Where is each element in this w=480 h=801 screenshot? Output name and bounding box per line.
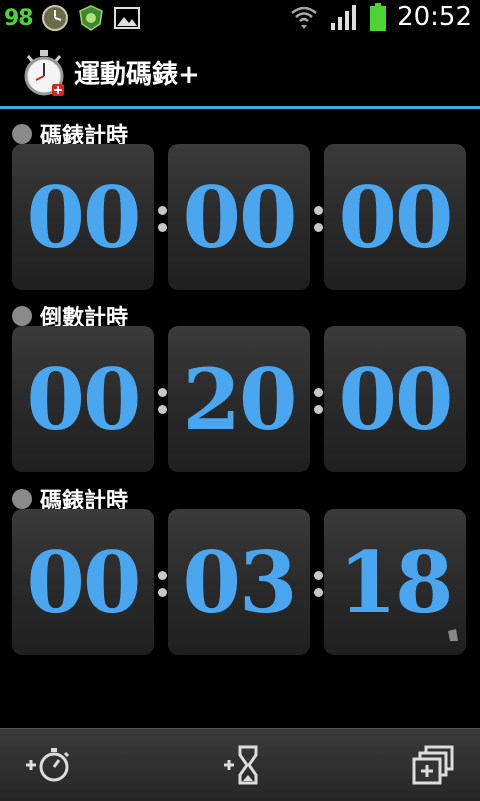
colon-separator (158, 571, 168, 601)
hours-value: 00 (26, 532, 142, 632)
hours-value: 00 (26, 349, 142, 449)
seconds-display[interactable]: 18 (324, 509, 466, 655)
hours-display[interactable]: 00 (12, 144, 154, 290)
timer-panel[interactable]: 碼錶計時 00 00 00 (0, 118, 480, 294)
timer-status-dot[interactable] (12, 489, 32, 509)
seconds-value: 00 (338, 349, 454, 449)
hours-display[interactable]: 00 (12, 326, 154, 472)
minutes-value: 20 (182, 349, 298, 449)
clock-widget-icon (41, 5, 68, 31)
minutes-display[interactable]: 20 (168, 326, 310, 472)
signal-icon (331, 5, 357, 30)
seconds-display[interactable]: 00 (324, 326, 466, 472)
stopwatch-icon[interactable] (20, 48, 68, 98)
app-title: 運動碼錶+ (74, 60, 200, 90)
bottom-action-bar (0, 728, 480, 801)
timer-panel[interactable]: 碼錶計時 00 03 18 (0, 483, 480, 659)
hours-value: 00 (26, 167, 142, 267)
seconds-value: 00 (338, 167, 454, 267)
seconds-value: 18 (338, 532, 454, 632)
status-clock: 20:52 (397, 2, 472, 32)
minutes-display[interactable]: 03 (168, 509, 310, 655)
add-countdown-icon[interactable] (216, 743, 268, 787)
image-icon (113, 7, 140, 29)
timer-status-dot[interactable] (12, 306, 32, 326)
colon-separator (314, 571, 324, 601)
action-bar: 運動碼錶+ (0, 38, 480, 106)
battery-percent: 98 (4, 5, 34, 31)
seconds-display[interactable]: 00 (324, 144, 466, 290)
colon-separator (158, 206, 168, 236)
colon-separator (314, 206, 324, 236)
colon-separator (314, 388, 324, 418)
add-window-icon[interactable] (408, 743, 460, 787)
minutes-value: 03 (182, 532, 298, 632)
timer-panel[interactable]: 倒數計時 00 20 00 (0, 300, 480, 476)
minutes-value: 00 (182, 167, 298, 267)
wifi-icon (291, 6, 317, 29)
status-bar: 98 20:52 (0, 0, 480, 38)
battery-icon (370, 3, 387, 31)
add-stopwatch-icon[interactable] (22, 743, 74, 787)
title-divider (0, 106, 480, 109)
resize-corner-icon (448, 629, 458, 641)
hours-display[interactable]: 00 (12, 509, 154, 655)
colon-separator (158, 388, 168, 418)
shield-app-icon (78, 5, 103, 31)
minutes-display[interactable]: 00 (168, 144, 310, 290)
timer-status-dot[interactable] (12, 124, 32, 144)
